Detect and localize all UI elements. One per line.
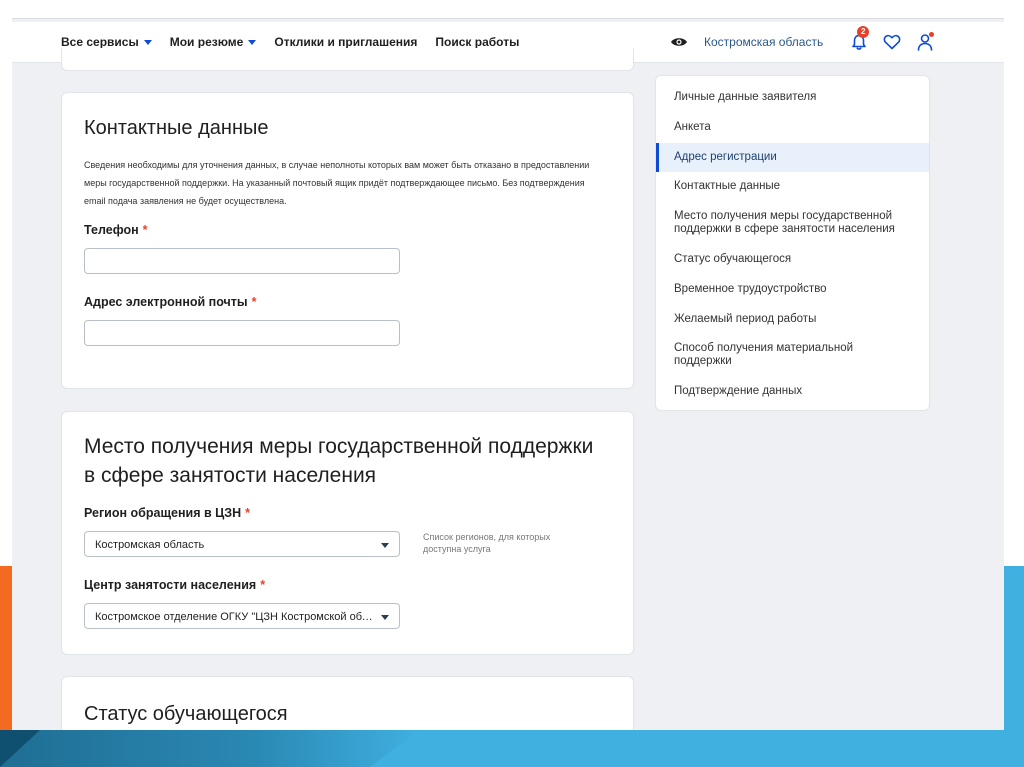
required-mark: * (260, 578, 266, 592)
nav-responses[interactable]: Отклики и приглашения (274, 35, 417, 49)
region-hint: Список регионов, для которых доступна ус… (423, 532, 551, 554)
side-item-work-period[interactable]: Желаемый период работы (656, 313, 929, 326)
side-item-personal-data[interactable]: Личные данные заявителя (656, 91, 929, 104)
favorites-button[interactable] (882, 32, 902, 52)
header-actions: Костромская область 2 (670, 22, 948, 62)
center-label: Центр занятости населения * (84, 578, 265, 592)
support-place-section: Место получения меры государственной под… (61, 411, 634, 655)
student-status-title: Статус обучающегося (84, 703, 288, 725)
email-label-text: Адрес электронной почты (84, 295, 248, 309)
chevron-down-icon (248, 39, 257, 45)
chevron-down-icon (381, 615, 389, 620)
region-select[interactable]: Костромская область (84, 531, 400, 557)
email-label: Адрес электронной почты * (84, 295, 256, 309)
nav-job-search[interactable]: Поиск работы (435, 35, 519, 49)
region-label: Регион обращения в ЦЗН * (84, 506, 250, 520)
phone-label-text: Телефон (84, 223, 139, 237)
top-divider (12, 18, 1004, 19)
profile-button[interactable] (915, 32, 935, 52)
slide-bottom-dark-band (0, 730, 420, 767)
support-place-title: Место получения меры государственной под… (84, 435, 594, 487)
nav-job-search-label: Поиск работы (435, 35, 520, 49)
region-label-text: Регион обращения в ЦЗН (84, 506, 242, 520)
required-mark: * (251, 295, 257, 309)
side-item-temporary-employment[interactable]: Временное трудоустройство (656, 283, 929, 296)
contacts-description: Сведения необходимы для уточнения данных… (84, 160, 590, 206)
nav-my-resumes[interactable]: Мои резюме (170, 35, 257, 49)
student-status-section: Статус обучающегося (61, 676, 634, 730)
side-item-support-method[interactable]: Способ получения материальной поддержки (656, 342, 929, 368)
heart-icon (883, 34, 901, 50)
notifications-button[interactable]: 2 (849, 26, 870, 52)
side-item-contacts[interactable]: Контактные данные (656, 180, 929, 193)
side-item-questionnaire[interactable]: Анкета (656, 121, 929, 134)
region-select-value: Костромская область (95, 539, 205, 551)
employment-center-select[interactable]: Костромское отделение ОГКУ "ЦЗН Костромс… (84, 603, 400, 629)
contacts-section: Контактные данные Сведения необходимы дл… (61, 92, 634, 389)
required-mark: * (245, 506, 250, 520)
phone-input[interactable] (84, 248, 400, 274)
center-label-text: Центр занятости населения (84, 578, 257, 592)
side-item-support-place[interactable]: Место получения меры государственной под… (656, 210, 929, 236)
nav-all-services[interactable]: Все сервисы (61, 35, 152, 49)
section-navigation: Личные данные заявителя Анкета Адрес рег… (655, 75, 930, 411)
previous-section-card (61, 48, 634, 71)
side-item-data-confirmation[interactable]: Подтверждение данных (656, 385, 929, 398)
side-item-student-status[interactable]: Статус обучающегося (656, 253, 929, 266)
chevron-down-icon (143, 39, 152, 45)
required-mark: * (142, 223, 148, 237)
notifications-badge: 2 (857, 26, 870, 38)
eye-icon[interactable] (670, 36, 688, 48)
region-selector[interactable]: Костромская область (704, 35, 823, 49)
contacts-title: Контактные данные (84, 117, 269, 139)
phone-label: Телефон * (84, 223, 148, 237)
profile-status-dot (929, 32, 935, 37)
screenshot: Все сервисы Мои резюме Отклики и приглаш… (12, 18, 1004, 730)
nav-responses-label: Отклики и приглашения (274, 35, 418, 49)
side-item-registration-address[interactable]: Адрес регистрации (656, 143, 929, 172)
nav-my-resumes-label: Мои резюме (169, 35, 244, 49)
chevron-down-icon (381, 543, 389, 548)
email-input[interactable] (84, 320, 400, 346)
employment-center-value: Костромское отделение ОГКУ "ЦЗН Костромс… (95, 611, 377, 623)
nav-all-services-label: Все сервисы (61, 35, 139, 49)
